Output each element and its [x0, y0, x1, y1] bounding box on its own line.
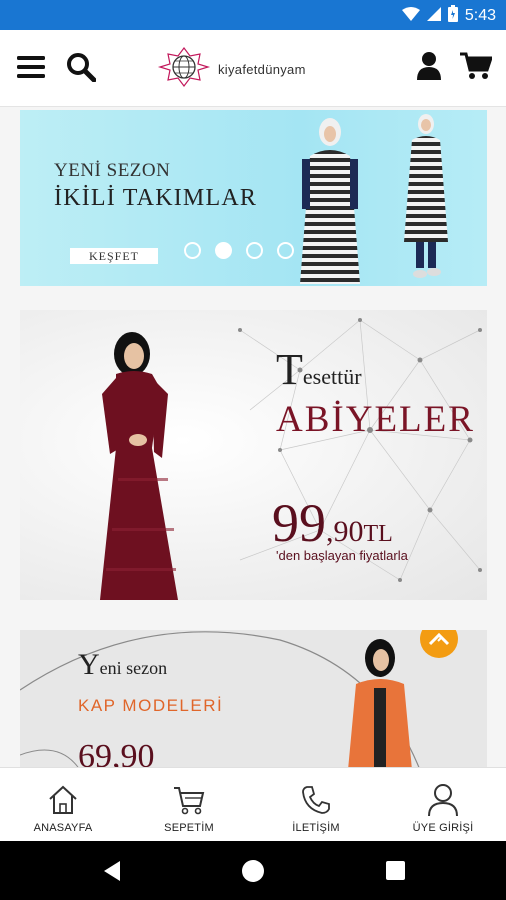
nav-contact-label: İLETİŞİM	[292, 822, 340, 834]
abiye-title: Tesettür	[276, 344, 362, 395]
phone-icon	[301, 782, 331, 818]
abiye-subtitle: ABİYELER	[276, 399, 475, 440]
model-photo-kap	[348, 639, 412, 767]
home-button-icon[interactable]	[242, 860, 264, 882]
slider-banner-ikili-takimlar[interactable]: YENİ SEZON İKİLİ TAKIMLAR KEŞFET	[20, 110, 487, 286]
logo-emblem-icon	[156, 46, 212, 93]
search-icon[interactable]	[64, 50, 98, 84]
clock: 5:43	[464, 6, 496, 24]
price-note: 'den başlayan fiyatlarla	[276, 548, 408, 563]
price-decimal: ,90	[326, 515, 364, 548]
banner-tesettur-abiyeler[interactable]: Tesettür ABİYELER 99,90TL 'den başlayan …	[20, 310, 487, 600]
status-bar: 5:43	[0, 0, 506, 30]
banner-kap-modelleri[interactable]: Yeni sezon KAP MODELERİ 69,90	[20, 630, 487, 767]
wifi-icon	[401, 6, 420, 25]
model-photo-ikili	[300, 114, 448, 284]
back-icon[interactable]	[100, 859, 122, 888]
slide-line2: İKİLİ TAKIMLAR	[54, 185, 258, 211]
recents-icon[interactable]	[386, 861, 405, 880]
nav-cart-label: SEPETİM	[164, 822, 214, 834]
price-currency: TL	[363, 521, 393, 547]
logo-text: kiyafetdünyam	[218, 62, 306, 77]
system-navigation-bar	[0, 841, 506, 900]
app-header: kiyafetdünyam	[0, 30, 506, 107]
nav-home-label: ANASAYFA	[33, 822, 93, 834]
battery-icon	[447, 5, 458, 26]
discover-button[interactable]: KEŞFET	[70, 248, 158, 264]
user-icon[interactable]	[412, 48, 446, 84]
abiye-price: 99,90TL	[272, 492, 393, 554]
price-main: 99	[272, 493, 326, 553]
user-icon	[427, 782, 459, 818]
cart-icon[interactable]	[458, 48, 494, 84]
signal-icon	[426, 6, 441, 25]
nav-contact[interactable]: İLETİŞİM	[253, 768, 379, 842]
slider-dot[interactable]	[246, 242, 263, 259]
kap-line1-rest: eni sezon	[99, 658, 168, 678]
kap-line2: KAP MODELERİ	[78, 696, 224, 715]
content-scroll[interactable]: YENİ SEZON İKİLİ TAKIMLAR KEŞFET Tesettü…	[0, 107, 506, 767]
brand-logo[interactable]: kiyafetdünyam	[156, 46, 306, 93]
abiye-title-initial: T	[276, 345, 303, 394]
cart-icon	[172, 782, 206, 818]
kap-line1: Yeni sezon	[78, 648, 167, 682]
nav-login[interactable]: ÜYE GİRİŞİ	[380, 768, 506, 842]
bottom-navigation: ANASAYFA SEPETİM İLETİŞİM ÜYE GİRİŞİ	[0, 767, 506, 842]
kap-line1-initial: Y	[78, 648, 100, 681]
slider-dot[interactable]	[184, 242, 201, 259]
model-photo-abiye	[100, 332, 178, 600]
menu-icon[interactable]	[14, 50, 48, 84]
nav-cart[interactable]: SEPETİM	[126, 768, 252, 842]
nav-home[interactable]: ANASAYFA	[0, 768, 126, 842]
slide-line1: YENİ SEZON	[54, 160, 171, 181]
home-icon	[47, 782, 79, 818]
abiye-title-rest: esettür	[302, 364, 362, 389]
arrow-up-icon	[428, 632, 450, 646]
nav-login-label: ÜYE GİRİŞİ	[412, 822, 474, 834]
slider-dot-active[interactable]	[215, 242, 232, 259]
kap-price: 69,90	[78, 738, 155, 767]
